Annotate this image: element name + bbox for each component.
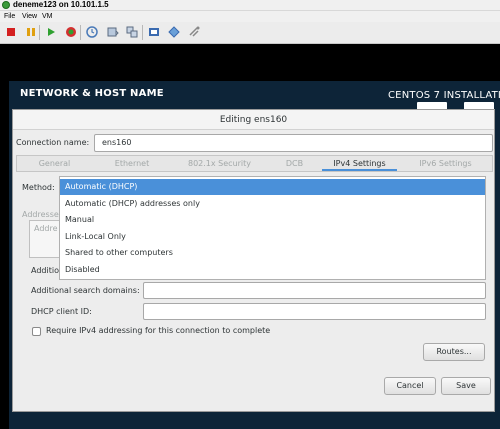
tab-ipv4-settings[interactable]: IPv4 Settings	[322, 156, 397, 171]
send-ctrl-alt-del-icon[interactable]	[147, 25, 161, 39]
tab-8021x-security[interactable]: 802.1x Security	[172, 156, 267, 171]
menu-vm[interactable]: VM	[42, 11, 53, 22]
dialog-title: Editing ens160	[13, 110, 494, 130]
settings-tabs: General Ethernet 802.1x Security DCB IPv…	[16, 155, 493, 171]
tab-ethernet[interactable]: Ethernet	[92, 156, 172, 171]
search-domains-input[interactable]	[143, 282, 486, 299]
vm-app-icon	[2, 1, 10, 9]
menu-file[interactable]: File	[4, 11, 15, 22]
vmware-console-window: deneme123 on 10.101.1.5 File View VM NET…	[0, 0, 500, 429]
toolbar-separator	[39, 25, 40, 40]
menu-view[interactable]: View	[22, 11, 37, 22]
method-dropdown-menu: Automatic (DHCP) Automatic (DHCP) addres…	[59, 176, 486, 280]
window-titlebar: deneme123 on 10.101.1.5	[0, 0, 500, 11]
search-domains-label: Additional search domains:	[31, 286, 140, 295]
dhcp-client-id-input[interactable]	[143, 303, 486, 320]
stop-icon[interactable]	[4, 25, 18, 39]
vm-toolbar	[0, 22, 500, 44]
menubar: File View VM	[0, 11, 500, 22]
require-ipv4-checkbox[interactable]	[32, 327, 41, 336]
product-title: CENTOS 7 INSTALLATIO	[388, 90, 500, 101]
play-icon[interactable]	[44, 25, 58, 39]
reset-icon[interactable]	[64, 25, 78, 39]
snapshot-icon[interactable]	[85, 25, 99, 39]
method-label: Method:	[22, 183, 55, 192]
save-button[interactable]: Save	[441, 377, 491, 395]
method-option-link-local-only[interactable]: Link-Local Only	[60, 229, 485, 245]
routes-button[interactable]: Routes...	[423, 343, 485, 361]
connection-name-input[interactable]: ens160	[94, 134, 493, 152]
revert-snapshot-icon[interactable]	[106, 25, 120, 39]
method-option-automatic-dhcp[interactable]: Automatic (DHCP)	[60, 179, 485, 195]
dhcp-client-id-label: DHCP client ID:	[31, 307, 92, 316]
toolbar-separator	[80, 25, 81, 40]
pause-icon[interactable]	[24, 25, 38, 39]
section-title: NETWORK & HOST NAME	[20, 88, 164, 99]
toolbar-separator	[142, 25, 143, 40]
manage-snapshots-icon[interactable]	[125, 25, 139, 39]
address-column-header: Addre	[34, 224, 58, 233]
method-option-shared[interactable]: Shared to other computers	[60, 245, 485, 261]
tab-general[interactable]: General	[17, 156, 92, 171]
connection-name-label: Connection name:	[16, 138, 90, 147]
connect-device-icon[interactable]	[187, 25, 201, 39]
window-title: deneme123 on 10.101.1.5	[13, 0, 109, 9]
tab-panel-border	[16, 171, 493, 172]
method-option-disabled[interactable]: Disabled	[60, 262, 485, 278]
method-option-manual[interactable]: Manual	[60, 212, 485, 228]
method-option-dhcp-addresses-only[interactable]: Automatic (DHCP) addresses only	[60, 196, 485, 212]
fullscreen-icon[interactable]	[167, 25, 181, 39]
tab-ipv6-settings[interactable]: IPv6 Settings	[397, 156, 494, 171]
tab-dcb[interactable]: DCB	[267, 156, 322, 171]
cancel-button[interactable]: Cancel	[384, 377, 436, 395]
require-ipv4-label[interactable]: Require IPv4 addressing for this connect…	[46, 325, 270, 337]
